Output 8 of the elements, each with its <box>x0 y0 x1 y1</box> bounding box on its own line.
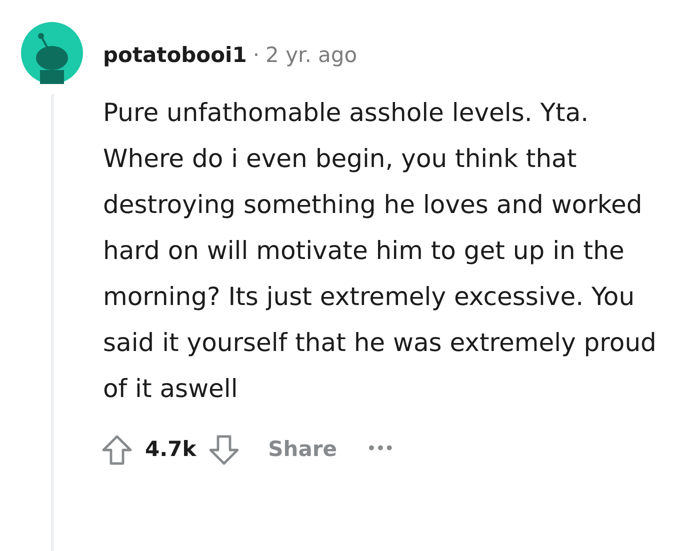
comment-text: Pure unfathomable asshole levels. Yta. Where do i even begin, you think that destroying something he loves and worked hard on will motivate him to get up in the morning? Its just extremely excessive. You said it yourself that he was extremely proud of it aswell <box>103 96 658 404</box>
share-button[interactable]: Share <box>268 434 338 466</box>
more-button[interactable]: ••• <box>367 439 394 460</box>
vote-count: 4.7k <box>145 436 196 463</box>
timestamp: 2 yr. ago <box>266 42 358 69</box>
separator: · <box>252 42 260 69</box>
username[interactable]: potatobooi1 <box>103 40 247 72</box>
avatar-icon <box>20 22 82 84</box>
